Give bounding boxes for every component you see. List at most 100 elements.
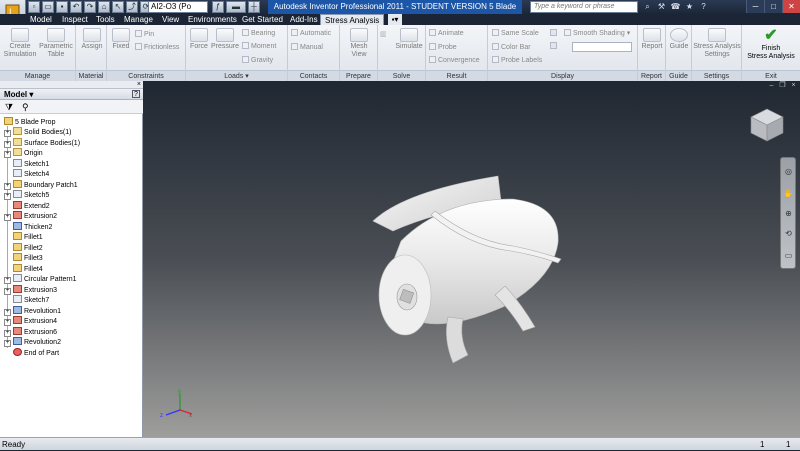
create-simulation-button[interactable]: Create Simulation xyxy=(2,28,38,59)
force-button[interactable]: Force xyxy=(188,28,210,51)
close-button[interactable]: ✕ xyxy=(782,0,800,13)
open-icon[interactable]: ▭ xyxy=(42,1,54,13)
return-icon[interactable]: ⤴ xyxy=(126,1,138,13)
look-at-icon[interactable]: ▭ xyxy=(783,250,794,261)
expand-icon[interactable]: + xyxy=(4,340,11,347)
favorites-icon[interactable]: ★ xyxy=(684,1,695,12)
tree-item-sketch5[interactable]: + Sketch5 xyxy=(4,190,49,200)
tree-item-sketch4[interactable]: Sketch4 xyxy=(13,169,49,179)
tree-item-solid-bodies[interactable]: + Solid Bodies(1) xyxy=(4,127,71,137)
tree-item-fillet2[interactable]: Fillet2 xyxy=(13,243,43,253)
fixed-button[interactable]: Fixed xyxy=(110,28,132,51)
tree-item-circular-pattern1[interactable]: + Circular Pattern1 xyxy=(4,274,77,284)
graphics-viewport[interactable]: – ❐ × ◎ ✋ ⊕ ⟲ ▭ x y z xyxy=(143,81,800,437)
tab-manage[interactable]: Manage xyxy=(124,14,153,25)
bearing-button[interactable]: Bearing xyxy=(242,29,275,38)
zoom-icon[interactable]: ⊕ xyxy=(783,208,794,219)
tools-icon[interactable]: ⚒ xyxy=(656,1,667,12)
browser-help-button[interactable]: ? xyxy=(132,90,140,98)
tab-model[interactable]: Model xyxy=(30,14,52,25)
save-icon[interactable]: ▪ xyxy=(56,1,68,13)
help-search-input[interactable]: Type a keyword or phrase xyxy=(530,1,638,13)
orbit-icon[interactable]: ⟲ xyxy=(783,228,794,239)
color-icon[interactable]: ▬ xyxy=(226,1,246,13)
color-bar-button[interactable]: Color Bar xyxy=(492,43,531,52)
tab-stress-analysis[interactable]: Stress Analysis xyxy=(320,14,385,25)
propeller-model[interactable] xyxy=(143,81,800,437)
frictionless-button[interactable]: Frictionless xyxy=(135,43,179,52)
tree-item-fillet1[interactable]: Fillet1 xyxy=(13,232,43,242)
filter-icon[interactable]: ⧩ xyxy=(5,102,13,112)
max-value-icon[interactable] xyxy=(550,42,559,51)
ribbon-options-icon[interactable]: ▪▾ xyxy=(388,14,402,25)
animate-button[interactable]: Animate xyxy=(429,29,464,38)
search-icon[interactable]: ⌕ xyxy=(642,1,653,12)
tree-item-extend2[interactable]: Extend2 xyxy=(13,201,50,211)
tree-item-revolution1[interactable]: + Revolution1 xyxy=(4,306,61,316)
expand-icon[interactable]: + xyxy=(4,309,11,316)
mesh-settings-icon[interactable]: ▥ xyxy=(380,31,387,39)
measure-icon[interactable]: ┼ xyxy=(248,1,260,13)
expand-icon[interactable]: + xyxy=(4,151,11,158)
undo-icon[interactable]: ↶ xyxy=(70,1,82,13)
expand-icon[interactable]: + xyxy=(4,330,11,337)
browser-close-button[interactable]: × xyxy=(137,81,141,89)
communication-center-icon[interactable]: ☎ xyxy=(670,1,681,12)
browser-dropdown[interactable]: Model ▾ xyxy=(4,89,33,100)
minimize-button[interactable]: ─ xyxy=(746,0,764,13)
pin-button[interactable]: Pin xyxy=(135,30,154,39)
expand-icon[interactable]: + xyxy=(4,319,11,326)
gravity-button[interactable]: Gravity xyxy=(242,56,273,65)
material-icon[interactable]: ƒ xyxy=(212,1,224,13)
tab-add-ins[interactable]: Add-Ins xyxy=(290,14,318,25)
same-scale-button[interactable]: Same Scale xyxy=(492,29,539,38)
tree-item-end-of-part[interactable]: End of Part xyxy=(13,348,59,358)
expand-icon[interactable]: + xyxy=(4,277,11,284)
tree-item-boundary-patch1[interactable]: + Boundary Patch1 xyxy=(4,180,78,190)
expand-icon[interactable]: + xyxy=(4,141,11,148)
tab-tools[interactable]: Tools xyxy=(96,14,115,25)
redo-icon[interactable]: ↷ xyxy=(84,1,96,13)
steering-wheel-icon[interactable]: ◎ xyxy=(783,166,794,177)
tree-item-thicken2[interactable]: Thicken2 xyxy=(13,222,52,232)
tree-item-extrusion3[interactable]: + Extrusion3 xyxy=(4,285,57,295)
manual-contacts-button[interactable]: Manual xyxy=(291,43,323,52)
document-selector[interactable]: AI2-O3 (Po xyxy=(148,1,208,13)
expand-icon[interactable]: + xyxy=(4,130,11,137)
tree-item-fillet4[interactable]: Fillet4 xyxy=(13,264,43,274)
expand-icon[interactable]: + xyxy=(4,183,11,190)
tree-item-surface-bodies[interactable]: + Surface Bodies(1) xyxy=(4,138,80,148)
finish-stress-analysis-button[interactable]: ✔ Finish Stress Analysis xyxy=(744,28,798,61)
tree-item-origin[interactable]: + Origin xyxy=(4,148,43,158)
stress-analysis-settings-button[interactable]: Stress Analysis Settings xyxy=(693,28,741,59)
boundary-conditions-icon[interactable] xyxy=(550,29,559,38)
expand-icon[interactable]: + xyxy=(4,214,11,221)
maximize-button[interactable]: □ xyxy=(764,0,782,13)
tab-view[interactable]: View xyxy=(162,14,179,25)
moment-button[interactable]: Moment xyxy=(242,42,276,51)
help-icon[interactable]: ? xyxy=(698,1,709,12)
guide-button[interactable]: Guide xyxy=(668,28,690,51)
select-icon[interactable]: ↖ xyxy=(112,1,124,13)
automatic-contacts-button[interactable]: Automatic xyxy=(291,29,331,38)
convergence-button[interactable]: Convergence xyxy=(429,56,480,65)
tab-environments[interactable]: Environments xyxy=(188,14,237,25)
report-button[interactable]: Report xyxy=(640,28,664,51)
tree-item-extrusion4[interactable]: + Extrusion4 xyxy=(4,316,57,326)
home-icon[interactable]: ⌂ xyxy=(98,1,110,13)
tree-item-sketch7[interactable]: Sketch7 xyxy=(13,295,49,305)
display-select[interactable] xyxy=(572,42,632,52)
viewcube[interactable] xyxy=(747,105,787,145)
tree-item-5-blade-prop[interactable]: 5 Blade Prop xyxy=(4,117,55,127)
smooth-shading-dropdown[interactable]: Smooth Shading ▾ xyxy=(564,29,630,38)
tree-item-extrusion2[interactable]: + Extrusion2 xyxy=(4,211,57,221)
find-icon[interactable]: ⚲ xyxy=(22,102,29,112)
expand-icon[interactable]: + xyxy=(4,288,11,295)
simulate-button[interactable]: Simulate xyxy=(392,28,426,51)
new-icon[interactable]: ▫ xyxy=(28,1,40,13)
tree-item-fillet3[interactable]: Fillet3 xyxy=(13,253,43,263)
mesh-view-button[interactable]: Mesh View xyxy=(342,28,376,59)
assign-button[interactable]: Assign xyxy=(79,28,105,51)
tree-item-sketch1[interactable]: Sketch1 xyxy=(13,159,49,169)
panel-label-loads[interactable]: Loads ▾ xyxy=(186,70,287,81)
